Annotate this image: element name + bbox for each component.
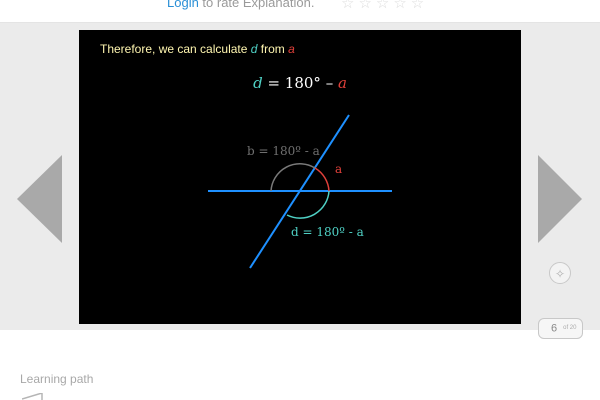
rating-stars[interactable]: ☆☆☆☆☆	[341, 0, 428, 12]
angle-diagram: b = 180º - a a d = 180º - a	[208, 114, 392, 269]
angle-d-arc	[286, 190, 330, 219]
learning-path-heading: Learning path	[20, 372, 94, 386]
top-bar: Login to rate Explanation. ☆☆☆☆☆	[0, 0, 600, 23]
slide: Therefore, we can calculate d from a d =…	[79, 30, 521, 324]
next-slide-arrow-icon[interactable]	[538, 155, 584, 244]
label-b: b = 180º - a	[247, 144, 320, 158]
learning-path-icon	[22, 393, 43, 400]
compass-icon[interactable]: ✧	[549, 262, 571, 284]
rate-text: to rate Explanation.	[198, 0, 315, 10]
label-d: d = 180º - a	[291, 225, 364, 239]
page-counter[interactable]: 6 of 20	[538, 318, 583, 339]
rating-prompt: Login to rate Explanation.	[167, 0, 314, 10]
slideshow-stage: Therefore, we can calculate d from a d =…	[0, 23, 600, 339]
angle-a-arc	[314, 167, 330, 192]
previous-slide-arrow-icon[interactable]	[17, 155, 63, 244]
page-current: 6	[551, 322, 558, 335]
page-total: of 20	[563, 325, 577, 331]
label-a: a	[335, 162, 342, 176]
login-link[interactable]: Login	[167, 0, 199, 10]
